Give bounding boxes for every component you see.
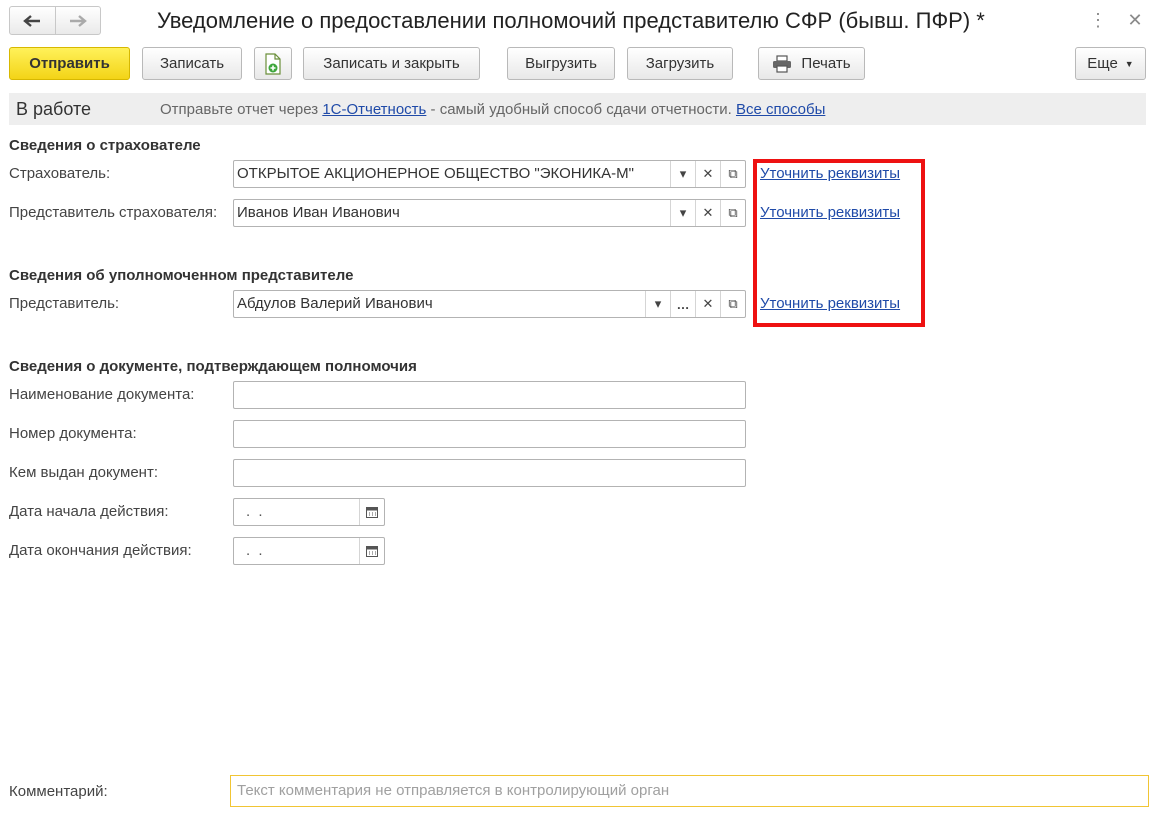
save-and-close-button[interactable]: Записать и закрыть: [303, 47, 480, 80]
printer-icon: [772, 54, 792, 73]
back-button[interactable]: [10, 7, 55, 34]
export-button[interactable]: Выгрузить: [507, 47, 615, 80]
status-message: Отправьте отчет через 1С-Отчетность - са…: [160, 101, 825, 118]
insurer-rep-field[interactable]: Иванов Иван Иванович ▾ ✕ ⧉: [233, 199, 746, 227]
representative-field[interactable]: Абдулов Валерий Иванович ▾ … ✕ ⧉: [233, 290, 746, 318]
document-name-value[interactable]: [234, 382, 745, 408]
authorized-heading: Сведения об уполномоченном представителе: [9, 267, 354, 284]
create-copy-button[interactable]: [254, 47, 292, 80]
send-button[interactable]: Отправить: [9, 47, 130, 80]
end-date-value[interactable]: . .: [234, 538, 359, 564]
representative-value[interactable]: Абдулов Валерий Иванович: [234, 291, 645, 317]
document-heading: Сведения о документе, подтверждающем пол…: [9, 358, 417, 375]
arrow-right-icon: [69, 14, 87, 27]
insurer-heading: Сведения о страхователе: [9, 137, 201, 154]
start-date-input[interactable]: . .: [233, 498, 385, 526]
more-menu-button[interactable]: Еще ▼: [1075, 47, 1146, 80]
insurer-label: Страхователь:: [9, 165, 111, 182]
insurer-rep-label: Представитель страхователя:: [9, 204, 218, 221]
status-prefix: Отправьте отчет через: [160, 101, 319, 118]
representative-label: Представитель:: [9, 295, 120, 312]
document-issuer-value[interactable]: [234, 460, 745, 486]
calendar-icon[interactable]: [359, 538, 384, 564]
arrow-left-icon: [23, 14, 41, 27]
comment-input[interactable]: Текст комментария не отправляется в конт…: [230, 775, 1149, 807]
clear-icon[interactable]: ✕: [695, 291, 720, 317]
more-vertical-icon[interactable]: ⋮: [1088, 8, 1108, 32]
highlight-box: [753, 159, 925, 327]
chevron-down-icon: ▼: [1124, 58, 1134, 69]
status-bar: В работе Отправьте отчет через 1С-Отчетн…: [9, 93, 1146, 125]
insurer-rep-value[interactable]: Иванов Иван Иванович: [234, 200, 670, 226]
comment-label: Комментарий:: [9, 783, 108, 800]
insurer-field[interactable]: ОТКРЫТОЕ АКЦИОНЕРНОЕ ОБЩЕСТВО "ЭКОНИКА-М…: [233, 160, 746, 188]
print-label: Печать: [801, 55, 851, 72]
print-button[interactable]: Печать: [758, 47, 865, 80]
end-date-input[interactable]: . .: [233, 537, 385, 565]
document-number-label: Номер документа:: [9, 425, 137, 442]
more-label: Еще: [1087, 55, 1118, 72]
link-all-methods[interactable]: Все способы: [736, 101, 825, 118]
clear-icon[interactable]: ✕: [695, 161, 720, 187]
status-middle: - самый удобный способ сдачи отчетности.: [430, 101, 732, 118]
document-issuer-input[interactable]: [233, 459, 746, 487]
calendar-icon[interactable]: [359, 499, 384, 525]
save-button[interactable]: Записать: [142, 47, 242, 80]
dropdown-arrow-icon[interactable]: ▾: [670, 161, 695, 187]
link-1c-reporting[interactable]: 1С-Отчетность: [322, 101, 426, 118]
insurer-value[interactable]: ОТКРЫТОЕ АКЦИОНЕРНОЕ ОБЩЕСТВО "ЭКОНИКА-М…: [234, 161, 670, 187]
forward-button[interactable]: [54, 7, 101, 34]
end-date-label: Дата окончания действия:: [9, 542, 192, 559]
dropdown-arrow-icon[interactable]: ▾: [645, 291, 670, 317]
select-ellipsis-icon[interactable]: …: [670, 291, 695, 317]
new-document-icon: [265, 52, 281, 75]
open-icon[interactable]: ⧉: [720, 161, 745, 187]
window-title: Уведомление о предоставлении полномочий …: [157, 8, 985, 33]
import-button[interactable]: Загрузить: [627, 47, 733, 80]
document-name-label: Наименование документа:: [9, 386, 195, 403]
document-name-input[interactable]: [233, 381, 746, 409]
status-title: В работе: [16, 99, 92, 119]
start-date-label: Дата начала действия:: [9, 503, 169, 520]
document-issuer-label: Кем выдан документ:: [9, 464, 158, 481]
open-icon[interactable]: ⧉: [720, 291, 745, 317]
document-number-input[interactable]: [233, 420, 746, 448]
start-date-value[interactable]: . .: [234, 499, 359, 525]
dropdown-arrow-icon[interactable]: ▾: [670, 200, 695, 226]
document-number-value[interactable]: [234, 421, 745, 447]
close-icon[interactable]: ✕: [1125, 8, 1145, 32]
clear-icon[interactable]: ✕: [695, 200, 720, 226]
navigation-arrows: [9, 6, 101, 35]
open-icon[interactable]: ⧉: [720, 200, 745, 226]
